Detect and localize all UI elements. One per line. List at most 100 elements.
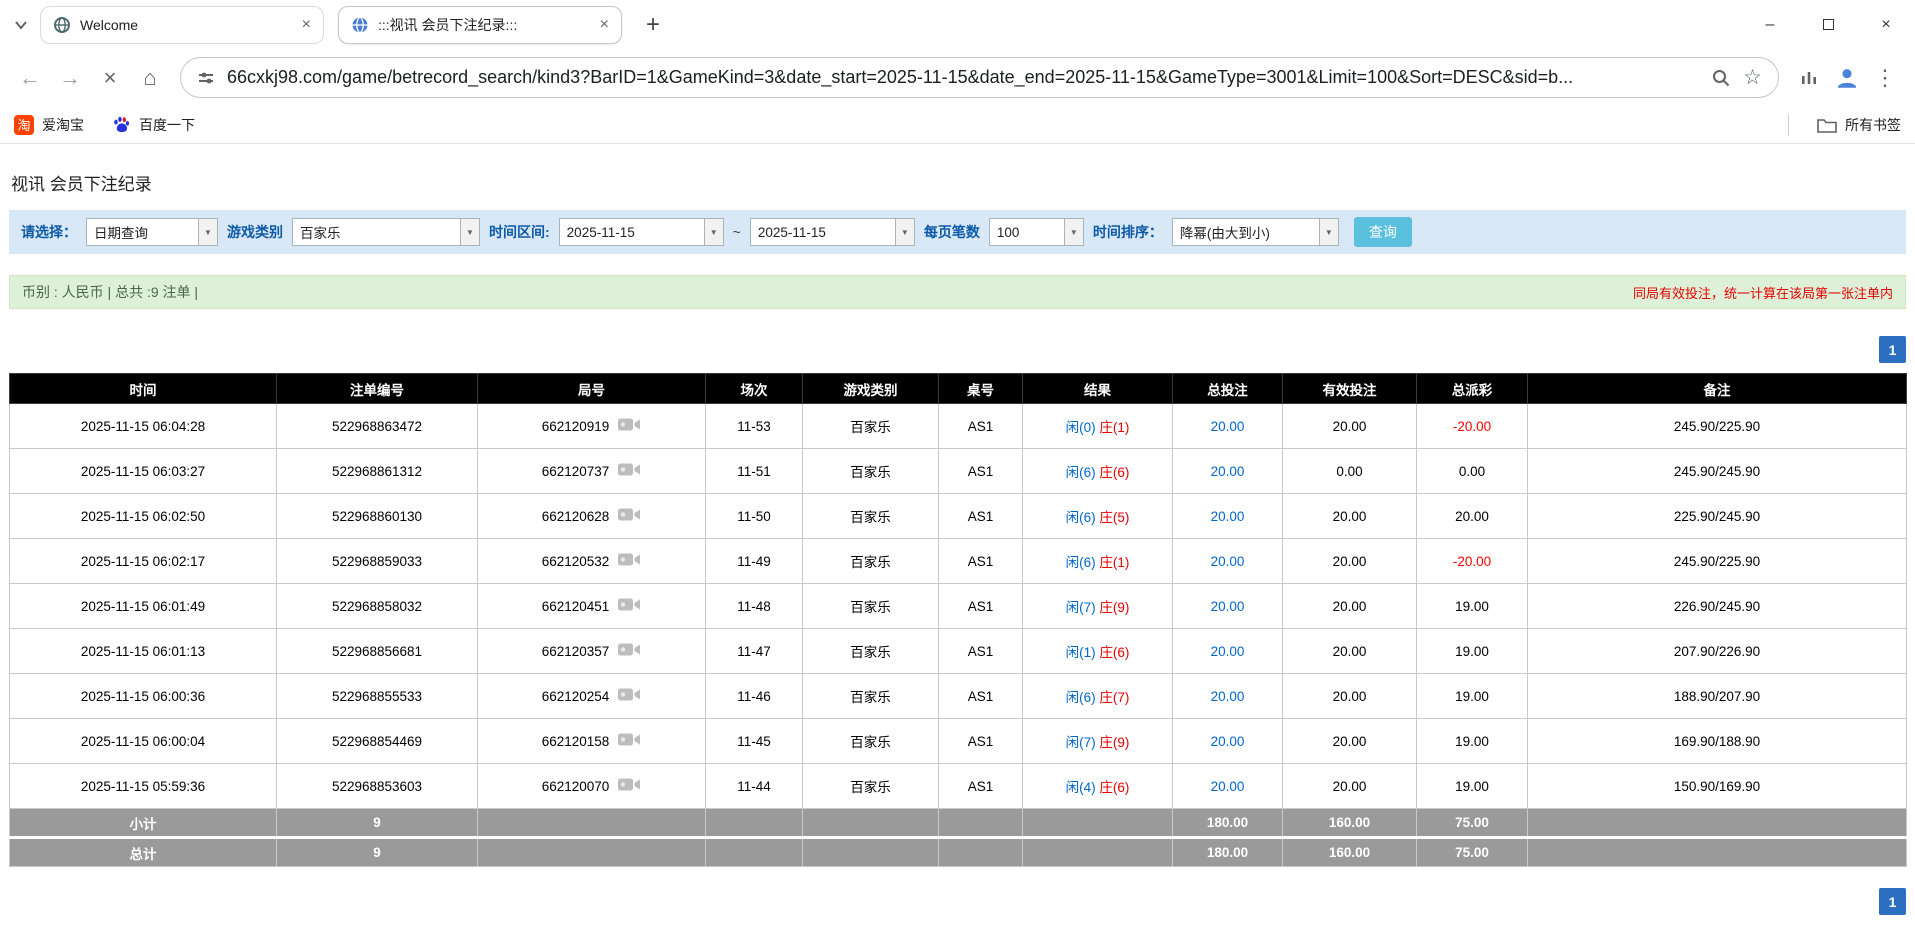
all-bookmarks-button[interactable]: 所有书签 xyxy=(1817,115,1901,135)
close-tab-icon[interactable]: × xyxy=(600,16,609,34)
valid-bet-cell: 20.00 xyxy=(1283,539,1417,584)
close-tab-icon[interactable]: × xyxy=(302,16,311,34)
sort-select[interactable]: 降幂(由大到小) ▼ xyxy=(1172,218,1339,246)
maximize-button[interactable] xyxy=(1799,0,1857,49)
session-cell: 11-44 xyxy=(706,764,803,809)
valid-bet-cell: 20.00 xyxy=(1283,584,1417,629)
payout-cell: 19.00 xyxy=(1417,719,1528,764)
selected-value: 100 xyxy=(990,219,1064,245)
replay-video-icon[interactable] xyxy=(617,416,641,436)
date-start-select[interactable]: 2025-11-15 ▼ xyxy=(559,218,724,246)
menu-icon[interactable]: ⋮ xyxy=(1865,58,1905,98)
page-number-button[interactable]: 1 xyxy=(1879,336,1906,363)
total-bet-link[interactable]: 20.00 xyxy=(1211,689,1245,704)
payout-cell: 0.00 xyxy=(1417,449,1528,494)
valid-bet-cell: 20.00 xyxy=(1283,764,1417,809)
chevron-down-icon[interactable]: ▼ xyxy=(198,219,217,245)
bet-id-cell: 522968854469 xyxy=(277,719,478,764)
total-bet-link[interactable]: 20.00 xyxy=(1211,554,1245,569)
replay-video-icon[interactable] xyxy=(617,506,641,526)
bookmark-label: 百度一下 xyxy=(139,115,195,135)
close-button[interactable]: × xyxy=(1857,0,1915,49)
result-cell: 闲(6) 庄(7) xyxy=(1023,674,1173,719)
chevron-down-icon[interactable]: ▼ xyxy=(1064,219,1083,245)
replay-video-icon[interactable] xyxy=(617,641,641,661)
chevron-down-icon[interactable]: ▼ xyxy=(1319,219,1338,245)
subtotal-payout: 75.00 xyxy=(1417,809,1528,838)
session-cell: 11-51 xyxy=(706,449,803,494)
result-cell: 闲(4) 庄(6) xyxy=(1023,764,1173,809)
total-bet-link[interactable]: 20.00 xyxy=(1211,599,1245,614)
round-cell: 662120737 xyxy=(478,449,706,494)
tab-search-button[interactable] xyxy=(8,12,34,38)
back-button[interactable]: ← xyxy=(10,58,50,98)
game-type-label: 游戏类别 xyxy=(227,222,283,242)
stop-button[interactable]: × xyxy=(90,58,130,98)
new-tab-button[interactable]: + xyxy=(636,8,670,42)
time-cell: 2025-11-15 06:00:36 xyxy=(10,674,277,719)
total-bet-link[interactable]: 20.00 xyxy=(1211,644,1245,659)
result-cell: 闲(6) 庄(1) xyxy=(1023,539,1173,584)
chevron-down-icon[interactable]: ▼ xyxy=(895,219,914,245)
site-info-icon[interactable] xyxy=(197,69,215,87)
query-type-select[interactable]: 日期查询 ▼ xyxy=(86,218,218,246)
bet-record-table: 时间注单编号局号场次游戏类别桌号结果总投注有效投注总派彩备注 2025-11-1… xyxy=(9,373,1907,867)
total-bet-link[interactable]: 20.00 xyxy=(1211,464,1245,479)
session-cell: 11-46 xyxy=(706,674,803,719)
bookmark-aitaobao[interactable]: 淘 爱淘宝 xyxy=(14,115,84,135)
chevron-down-icon[interactable]: ▼ xyxy=(460,219,479,245)
tab-betrecord[interactable]: :::视讯 会员下注纪录::: × xyxy=(338,6,622,44)
table-row: 2025-11-15 06:00:36522968855533662120254… xyxy=(10,674,1907,719)
table-no-cell: AS1 xyxy=(939,539,1023,584)
total-row: 总计 9 180.00 160.00 75.00 xyxy=(10,838,1907,867)
forward-button[interactable]: → xyxy=(50,58,90,98)
result-cell: 闲(1) 庄(6) xyxy=(1023,629,1173,674)
replay-video-icon[interactable] xyxy=(617,776,641,796)
bet-rule-notice: 同局有效投注，统一计算在该局第一张注单内 xyxy=(1633,283,1893,302)
note-cell: 150.90/169.90 xyxy=(1528,764,1907,809)
total-bet-link[interactable]: 20.00 xyxy=(1211,509,1245,524)
time-cell: 2025-11-15 06:01:49 xyxy=(10,584,277,629)
subtotal-valid-bet: 160.00 xyxy=(1283,809,1417,838)
result-cell: 闲(6) 庄(5) xyxy=(1023,494,1173,539)
bookmark-label: 爱淘宝 xyxy=(42,115,84,135)
round-cell: 662120357 xyxy=(478,629,706,674)
page-number-button[interactable]: 1 xyxy=(1879,888,1906,915)
profile-avatar[interactable] xyxy=(1829,60,1865,96)
zoom-icon[interactable] xyxy=(1711,68,1731,88)
note-cell: 245.90/245.90 xyxy=(1528,449,1907,494)
replay-video-icon[interactable] xyxy=(617,731,641,751)
total-bet-link[interactable]: 20.00 xyxy=(1211,779,1245,794)
result-cell: 闲(7) 庄(9) xyxy=(1023,719,1173,764)
bookmark-star-icon[interactable]: ☆ xyxy=(1743,65,1762,90)
total-bet-link[interactable]: 20.00 xyxy=(1211,419,1245,434)
chevron-down-icon[interactable]: ▼ xyxy=(704,219,723,245)
bet-id-cell: 522968861312 xyxy=(277,449,478,494)
empty-cell xyxy=(706,809,803,838)
game-type-select[interactable]: 百家乐 ▼ xyxy=(292,218,480,246)
replay-video-icon[interactable] xyxy=(617,686,641,706)
date-end-select[interactable]: 2025-11-15 ▼ xyxy=(750,218,915,246)
url-text[interactable]: 66cxkj98.com/game/betrecord_search/kind3… xyxy=(227,67,1699,88)
valid-bet-cell: 20.00 xyxy=(1283,674,1417,719)
query-button[interactable]: 查询 xyxy=(1354,217,1412,247)
column-header: 时间 xyxy=(10,374,277,404)
replay-video-icon[interactable] xyxy=(617,461,641,481)
subtotal-label: 小计 xyxy=(10,809,277,838)
result-cell: 闲(7) 庄(9) xyxy=(1023,584,1173,629)
payout-cell: 20.00 xyxy=(1417,494,1528,539)
home-button[interactable]: ⌂ xyxy=(130,58,170,98)
replay-video-icon[interactable] xyxy=(617,551,641,571)
media-controls-icon[interactable] xyxy=(1789,58,1829,98)
replay-video-icon[interactable] xyxy=(617,596,641,616)
bookmarks-bar: 淘 爱淘宝 百度一下 所有书签 xyxy=(0,106,1915,144)
page-size-select[interactable]: 100 ▼ xyxy=(989,218,1084,246)
total-bet-link[interactable]: 20.00 xyxy=(1211,734,1245,749)
bookmark-baidu[interactable]: 百度一下 xyxy=(112,115,195,135)
tab-welcome[interactable]: Welcome × xyxy=(40,6,324,44)
address-bar[interactable]: 66cxkj98.com/game/betrecord_search/kind3… xyxy=(180,57,1779,98)
empty-cell xyxy=(939,838,1023,867)
session-cell: 11-50 xyxy=(706,494,803,539)
minimize-button[interactable]: – xyxy=(1741,0,1799,49)
total-bet-cell: 20.00 xyxy=(1173,629,1283,674)
